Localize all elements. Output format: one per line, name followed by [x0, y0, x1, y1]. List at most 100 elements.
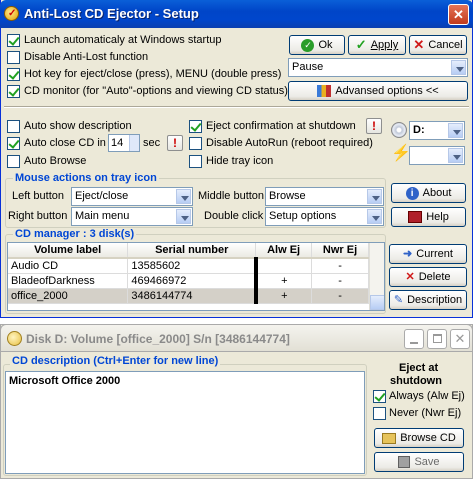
- table-row[interactable]: BladeofDarkness 469466972 + -: [8, 273, 369, 289]
- eject-shutdown-title-1: Eject at: [399, 362, 439, 374]
- cancel-x-icon: ✕: [413, 37, 425, 53]
- chevron-down-icon[interactable]: [367, 209, 382, 224]
- cell-volume-label: Audio CD: [8, 258, 129, 274]
- middle-button-select[interactable]: Browse: [265, 187, 384, 206]
- disable-antilost-checkbox[interactable]: [7, 51, 20, 64]
- eject-confirm-info-icon[interactable]: !: [366, 118, 382, 134]
- cell-alw-ej: +: [253, 273, 313, 289]
- chevron-down-icon[interactable]: [176, 209, 191, 224]
- disk-window-icon: [7, 331, 22, 346]
- always-eject-label: Always (Alw Ej): [389, 390, 465, 402]
- cell-serial: 3486144774: [127, 288, 257, 304]
- eject-confirm-checkbox[interactable]: [189, 120, 202, 133]
- app-icon: ✓: [4, 6, 19, 21]
- hotkey-label: Hot key for eject/close (press), MENU (d…: [24, 68, 282, 80]
- always-eject-checkbox[interactable]: [373, 390, 386, 403]
- browse-cd-button[interactable]: Browse CD: [374, 428, 464, 448]
- maximize-icon[interactable]: [427, 329, 447, 349]
- cd-manager-title: CD manager : 3 disk(s): [13, 228, 137, 240]
- left-button-select[interactable]: Eject/close: [71, 187, 193, 206]
- auto-browse-checkbox[interactable]: [7, 155, 20, 168]
- col-alw-ej[interactable]: Alw Ej: [255, 243, 313, 259]
- delete-button[interactable]: ✕ Delete: [389, 267, 467, 287]
- note-icon: ✎: [393, 294, 404, 307]
- lightning-icon: ⚡: [391, 145, 411, 162]
- about-button[interactable]: i About: [391, 183, 466, 203]
- never-eject-checkbox[interactable]: [373, 407, 386, 420]
- never-eject-label: Never (Nwr Ej): [389, 407, 462, 419]
- auto-browse-label: Auto Browse: [24, 155, 87, 167]
- spin-down-icon[interactable]: [129, 143, 139, 151]
- apply-button[interactable]: ✓ Apply: [348, 35, 406, 55]
- hide-tray-checkbox[interactable]: [189, 155, 202, 168]
- hide-tray-label: Hide tray icon: [206, 155, 274, 167]
- setup-title: Anti-Lost CD Ejector - Setup: [24, 6, 199, 21]
- ok-button[interactable]: ✓ Ok: [289, 35, 345, 55]
- drive-select[interactable]: D:: [409, 121, 465, 140]
- double-click-label: Double click: [204, 210, 264, 222]
- double-click-select[interactable]: Setup options: [265, 207, 384, 226]
- delete-x-icon: ✕: [405, 271, 415, 284]
- ok-check-icon: ✓: [301, 38, 315, 52]
- save-button[interactable]: Save: [374, 452, 464, 472]
- chevron-down-icon[interactable]: [176, 189, 191, 204]
- disk-close-icon[interactable]: ✕: [450, 329, 470, 349]
- drive-action-select[interactable]: [409, 146, 465, 165]
- eject-shutdown-title-2: shutdown: [390, 375, 442, 387]
- right-button-label: Right button: [8, 210, 68, 222]
- cell-volume-label: office_2000: [8, 288, 129, 304]
- auto-show-desc-checkbox[interactable]: [7, 120, 20, 133]
- auto-close-seconds-spinner[interactable]: 14: [108, 134, 140, 152]
- chevron-down-icon[interactable]: [448, 148, 463, 163]
- chevron-down-icon[interactable]: [448, 123, 463, 138]
- hotkey-select[interactable]: Pause: [288, 58, 468, 77]
- apply-check-icon: ✓: [355, 37, 367, 53]
- disable-autorun-checkbox[interactable]: [189, 137, 202, 150]
- col-nwr-ej[interactable]: Nwr Ej: [311, 243, 369, 259]
- auto-close-label: Auto close CD in: [24, 137, 106, 149]
- scroll-down-icon[interactable]: [370, 295, 384, 310]
- auto-close-unit: sec: [143, 137, 161, 149]
- minimize-icon[interactable]: [404, 329, 424, 349]
- close-icon[interactable]: ✕: [448, 4, 469, 25]
- disk-titlebar[interactable]: Disk D: Volume [office_2000] S/n [348614…: [0, 324, 473, 352]
- cd-monitor-checkbox[interactable]: [7, 85, 20, 98]
- cell-serial: 469466972: [127, 273, 257, 289]
- book-icon: [408, 211, 423, 224]
- help-button[interactable]: Help: [391, 207, 466, 227]
- spin-up-icon[interactable]: [129, 135, 139, 143]
- setup-titlebar[interactable]: ✓ Anti-Lost CD Ejector - Setup ✕: [0, 0, 473, 28]
- cd-list-scrollbar[interactable]: [369, 243, 384, 310]
- middle-button-label: Middle button: [198, 190, 265, 202]
- cell-nwr-ej: -: [311, 273, 369, 289]
- description-button[interactable]: ✎ Description: [389, 290, 467, 310]
- cancel-button[interactable]: ✕ Cancel: [409, 35, 467, 55]
- advanced-options-button[interactable]: Advansed options <<: [288, 81, 468, 101]
- right-button-select[interactable]: Main menu: [71, 207, 193, 226]
- separator-line: [4, 106, 469, 108]
- arrow-icon: ➜: [403, 248, 413, 261]
- left-button-label: Left button: [12, 190, 64, 202]
- cd-table: Volume label Serial number Alw Ej Nwr Ej…: [8, 243, 369, 304]
- hotkey-checkbox[interactable]: [7, 68, 20, 81]
- table-row-selected[interactable]: office_2000 3486144774 + -: [8, 288, 369, 304]
- auto-close-info-icon[interactable]: !: [167, 135, 183, 151]
- cd-description-text: Microsoft Office 2000: [9, 375, 121, 387]
- save-disk-icon: [398, 456, 411, 469]
- chevron-down-icon[interactable]: [367, 189, 382, 204]
- folder-icon: [382, 432, 397, 444]
- disable-autorun-label: Disable AutoRun (reboot required): [206, 137, 373, 149]
- info-icon: i: [405, 186, 419, 200]
- current-button[interactable]: ➜ Current: [389, 244, 467, 264]
- auto-close-checkbox[interactable]: [7, 137, 20, 150]
- cell-volume-label: BladeofDarkness: [8, 273, 129, 289]
- cell-serial: 13585602: [127, 258, 257, 274]
- chevron-down-icon[interactable]: [451, 60, 466, 75]
- table-row[interactable]: Audio CD 13585602 -: [8, 258, 369, 274]
- col-serial-number[interactable]: Serial number: [127, 243, 257, 259]
- col-volume-label[interactable]: Volume label: [8, 243, 129, 259]
- cd-list[interactable]: Volume label Serial number Alw Ej Nwr Ej…: [7, 242, 385, 311]
- cell-nwr-ej: -: [311, 288, 369, 304]
- cd-description-textarea[interactable]: Microsoft Office 2000: [5, 371, 365, 474]
- launch-auto-checkbox[interactable]: [7, 34, 20, 47]
